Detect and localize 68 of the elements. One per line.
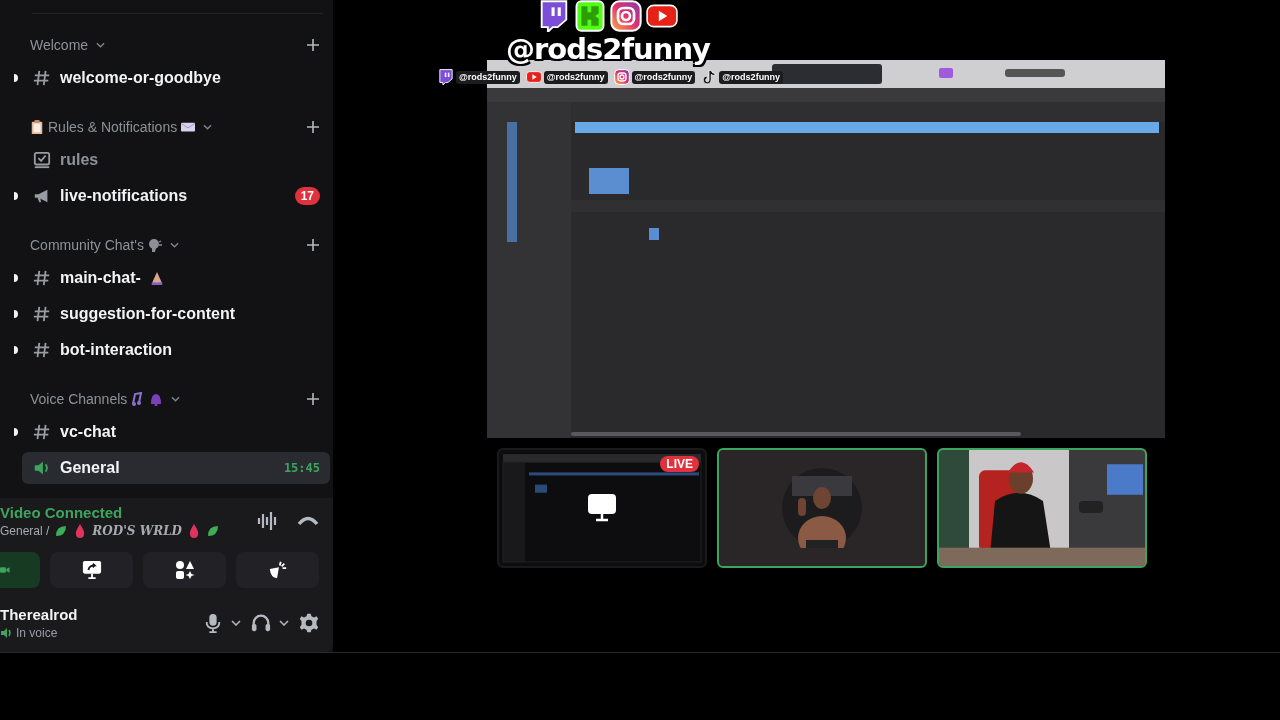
monitor-icon — [587, 493, 617, 523]
instagram-icon — [610, 0, 642, 32]
add-channel-icon[interactable] — [307, 393, 319, 405]
leaf-icon — [206, 524, 220, 538]
settings-icon[interactable] — [299, 613, 319, 633]
category-header[interactable]: Rules & Notifications — [30, 119, 307, 135]
channel-item[interactable]: main-chat- — [22, 262, 330, 294]
rules-icon — [33, 151, 51, 169]
category-header[interactable]: Voice Channels — [30, 391, 307, 407]
microphone-icon[interactable] — [203, 613, 223, 633]
voice-activity-icon[interactable] — [257, 511, 279, 531]
live-badge: LIVE — [660, 456, 699, 472]
hash-icon — [33, 269, 51, 287]
headphones-icon[interactable] — [251, 613, 271, 633]
activities-icon — [174, 560, 195, 580]
channel-item[interactable]: welcome-or-goodbye — [22, 62, 330, 94]
category-header[interactable]: Welcome — [30, 37, 307, 53]
notes-bell-icon — [131, 392, 164, 406]
server-name: ROD'S WRLD — [92, 524, 182, 538]
mention-badge: 17 — [294, 187, 320, 205]
twitch-icon — [538, 0, 570, 32]
hash-icon — [33, 341, 51, 359]
channel-item[interactable]: vc-chat — [22, 416, 330, 448]
leaf-icon — [54, 524, 69, 538]
social-handle: @rods2funny — [456, 70, 520, 84]
soundboard-icon — [267, 560, 288, 580]
hash-icon — [33, 305, 51, 323]
twitch-icon — [438, 69, 454, 85]
chevron-icon — [171, 396, 181, 402]
speaking-head-icon — [147, 238, 162, 252]
drop-icon — [187, 524, 201, 538]
speaker-icon — [0, 627, 12, 639]
clipboard-icon — [30, 120, 44, 134]
soundboard-button[interactable] — [236, 552, 319, 588]
envelope-icon — [181, 120, 196, 134]
video-tile[interactable] — [717, 448, 927, 568]
activities-button[interactable] — [143, 552, 226, 588]
username: Therealrod — [0, 606, 79, 623]
add-channel-icon[interactable] — [307, 39, 319, 51]
kick-logo-icon — [574, 0, 606, 32]
instagram-icon — [613, 69, 630, 85]
hash-icon — [33, 69, 51, 87]
chevron-icon — [169, 242, 179, 248]
screen-share-button[interactable] — [50, 552, 133, 588]
channel-item[interactable]: bot-interaction — [22, 334, 330, 366]
call-timer: 15:45 — [283, 461, 320, 475]
chevron-icon[interactable] — [279, 620, 289, 626]
speaker-icon — [33, 459, 51, 477]
add-channel-icon[interactable] — [307, 239, 319, 251]
screen-share-icon — [81, 560, 102, 580]
youtube-icon — [525, 69, 542, 85]
channel-item[interactable]: General 15:45 — [22, 452, 330, 484]
channel-item[interactable]: rules — [22, 144, 330, 176]
category-header[interactable]: Community Chat's — [30, 237, 307, 253]
chevron-icon — [203, 124, 213, 130]
tiktok-icon — [701, 69, 718, 85]
channel-item[interactable]: suggestion-for-content — [22, 298, 330, 330]
camera-button[interactable] — [0, 552, 40, 588]
user-status: In voice — [16, 626, 58, 640]
connection-status: Video Connected — [0, 504, 124, 521]
chevron-icon — [96, 42, 106, 48]
video-tile[interactable]: LIVE — [497, 448, 707, 568]
voice-channel-link[interactable]: General / — [0, 524, 50, 538]
channel-handle: @rods2funny — [506, 32, 710, 66]
chevron-icon[interactable] — [231, 620, 241, 626]
hash-icon — [33, 423, 51, 441]
add-channel-icon[interactable] — [307, 121, 319, 133]
channel-item[interactable]: live-notifications 17 — [22, 180, 330, 212]
